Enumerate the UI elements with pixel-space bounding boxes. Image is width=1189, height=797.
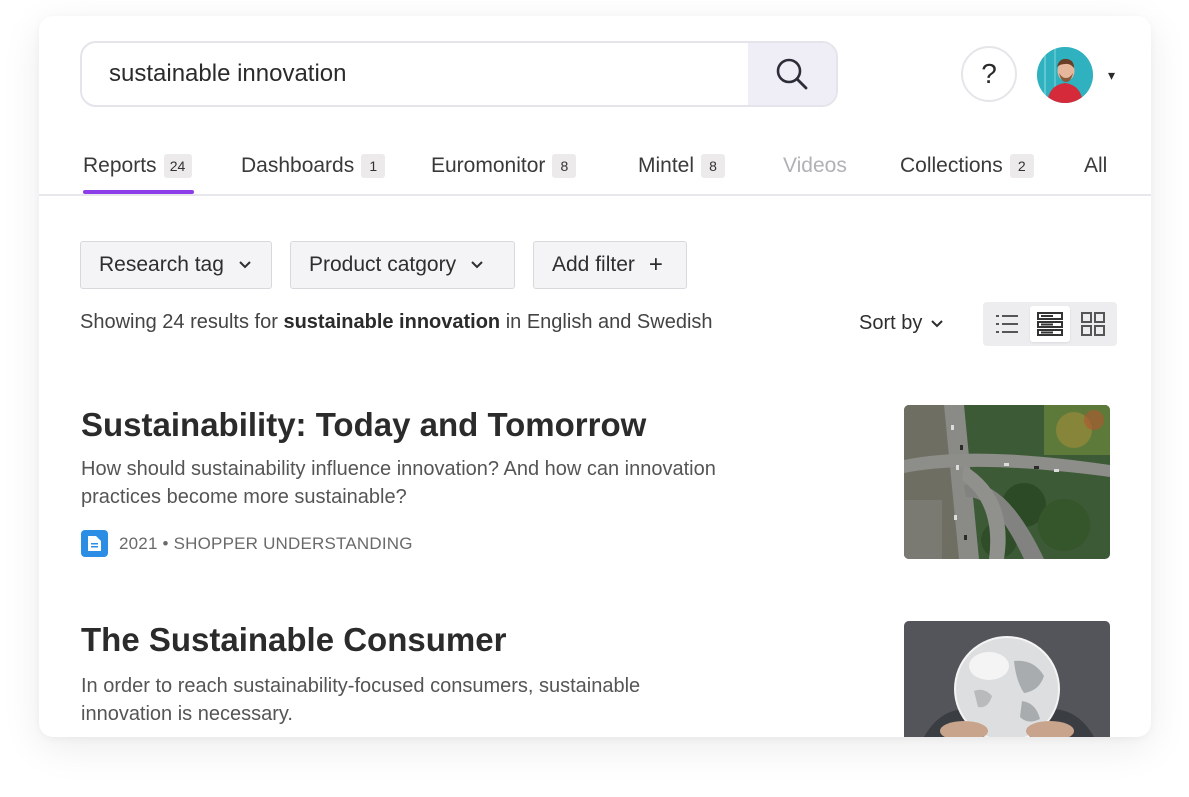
search-bar (80, 41, 838, 107)
summary-query: sustainable innovation (283, 311, 501, 333)
result-thumbnail[interactable] (904, 405, 1110, 559)
chevron-down-icon (238, 260, 252, 270)
result-thumbnail[interactable] (904, 621, 1110, 737)
chevron-down-icon (930, 319, 944, 329)
document-icon (81, 530, 108, 557)
result-type-tabs: Reports 24 Dashboards 1 Euromonitor 8 Mi… (39, 142, 1151, 196)
tab-count-badge: 1 (361, 154, 386, 178)
sort-by-label: Sort by (859, 312, 923, 334)
filter-label: Product catgory (309, 253, 457, 276)
account-menu-caret-icon[interactable]: ▾ (1108, 67, 1115, 84)
plus-icon: + (648, 251, 663, 278)
result-title[interactable]: The Sustainable Consumer (81, 621, 506, 659)
avatar[interactable] (1037, 47, 1093, 103)
research-tag-filter[interactable]: Research tag (80, 241, 272, 289)
card-list-view-button[interactable] (1030, 306, 1070, 342)
help-button[interactable]: ? (961, 46, 1017, 102)
tab-count-badge: 8 (552, 154, 577, 178)
list-view-button[interactable] (987, 306, 1026, 342)
tab-label: Mintel (638, 154, 695, 177)
card-list-view-icon (1036, 312, 1063, 336)
result-description: How should sustainability influence inno… (81, 458, 716, 508)
tab-collections[interactable]: Collections 2 (900, 154, 1034, 178)
aerial-road-junction-image (904, 405, 1110, 559)
chevron-down-icon (470, 260, 484, 270)
result-meta-text: 2021 • SHOPPER UNDERSTANDING (119, 533, 413, 553)
results-summary: Showing 24 results for sustainable innov… (80, 311, 713, 334)
tab-mintel[interactable]: Mintel 8 (638, 154, 726, 178)
product-category-filter[interactable]: Product catgory (290, 241, 515, 289)
search-input[interactable] (82, 43, 748, 105)
user-avatar-icon (1037, 47, 1093, 103)
list-view-icon (995, 315, 1018, 333)
glass-globe-image (904, 621, 1110, 737)
add-filter-label: Add filter (552, 253, 635, 276)
tab-label: Collections (900, 154, 1003, 177)
tab-all[interactable]: All (1084, 154, 1107, 178)
summary-suffix: in English and Swedish (505, 311, 713, 333)
filter-label: Research tag (99, 253, 224, 276)
tab-count-badge: 8 (701, 154, 726, 178)
result-title[interactable]: Sustainability: Today and Tomorrow (81, 406, 646, 444)
tab-videos[interactable]: Videos (783, 154, 847, 178)
result-description: In order to reach sustainability-focused… (81, 675, 641, 725)
search-icon (776, 58, 808, 90)
tab-reports[interactable]: Reports 24 (83, 154, 192, 178)
view-mode-toggle (983, 302, 1117, 346)
search-button[interactable] (748, 43, 836, 105)
sort-by-dropdown[interactable]: Sort by (859, 312, 944, 335)
tab-label: Reports (83, 154, 157, 177)
tab-euromonitor[interactable]: Euromonitor 8 (431, 154, 577, 178)
add-filter-button[interactable]: Add filter + (533, 241, 687, 289)
summary-prefix: Showing 24 results for (80, 311, 278, 333)
tab-label: All (1084, 154, 1108, 177)
active-tab-indicator (83, 190, 194, 194)
tab-dashboards[interactable]: Dashboards 1 (241, 154, 386, 178)
tab-label: Dashboards (241, 154, 355, 177)
result-meta: 2021 • SHOPPER UNDERSTANDING (81, 530, 413, 557)
tab-label: Euromonitor (431, 154, 546, 177)
tab-count-badge: 2 (1009, 154, 1034, 178)
grid-view-button[interactable] (1074, 306, 1113, 342)
tab-label: Videos (783, 154, 847, 177)
tab-count-badge: 24 (163, 154, 192, 178)
search-results-card: ? ▾ Reports 24 Dashboards 1 Euromonitor … (39, 16, 1151, 737)
grid-view-icon (1081, 312, 1106, 336)
help-icon: ? (981, 58, 997, 89)
